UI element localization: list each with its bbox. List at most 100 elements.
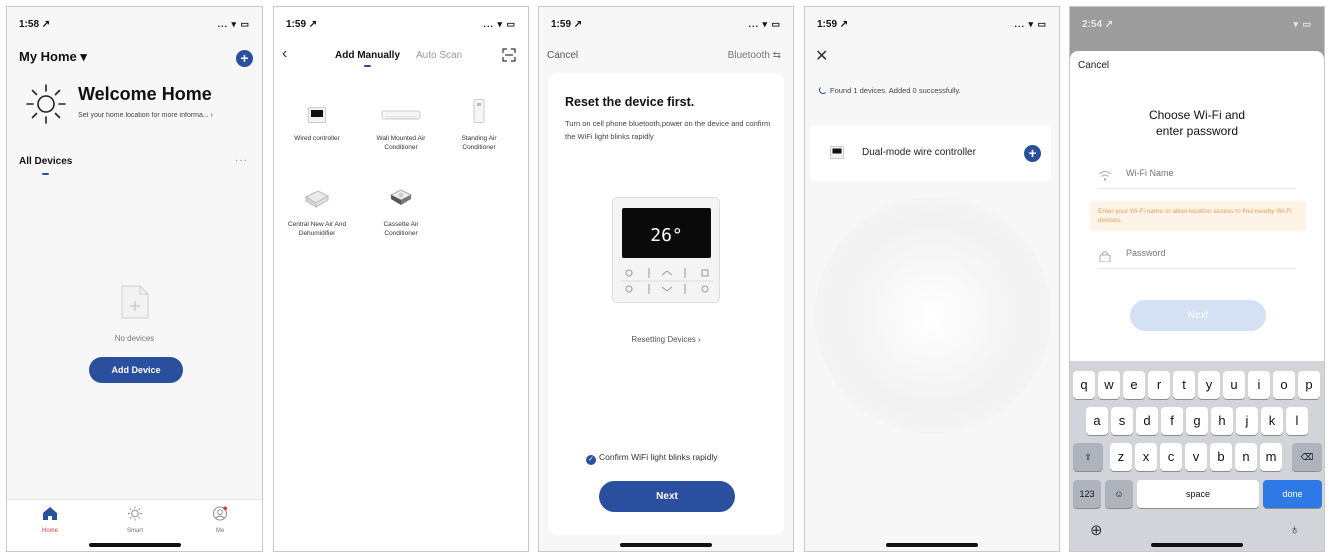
- globe-icon[interactable]: ⊕: [1090, 521, 1103, 539]
- home-indicator: [88, 543, 181, 547]
- tab-label-me: Me: [215, 528, 225, 534]
- cancel-button[interactable]: Cancel: [1078, 60, 1109, 71]
- key-u[interactable]: u: [1223, 371, 1245, 399]
- sheet-title: Choose Wi-Fi and enter password: [1070, 107, 1324, 139]
- device-wall-mounted-ac[interactable]: Wall Mounted Air Conditioner: [366, 107, 436, 152]
- done-key[interactable]: done: [1263, 480, 1322, 508]
- key-e[interactable]: e: [1123, 371, 1145, 399]
- space-key[interactable]: space: [1137, 480, 1259, 508]
- wifi-name-field[interactable]: [1098, 165, 1296, 189]
- plus-circle-icon[interactable]: +: [236, 50, 253, 67]
- found-device-row[interactable]: Dual-mode wire controller +: [810, 125, 1051, 181]
- device-label: Standing Air Conditioner: [461, 135, 497, 151]
- screen-wifi-password: 2:54 ↗ ▾ ▭ Cancel Choose Wi-Fi and enter…: [1069, 6, 1325, 552]
- key-x[interactable]: x: [1135, 443, 1157, 471]
- key-d[interactable]: d: [1136, 407, 1158, 435]
- sheet-title-line1: Choose Wi-Fi and: [1148, 108, 1246, 122]
- cancel-button[interactable]: Cancel: [547, 50, 578, 61]
- welcome-title: Welcome Home: [78, 84, 212, 104]
- key-f[interactable]: f: [1161, 407, 1183, 435]
- plus-circle-icon[interactable]: +: [1024, 145, 1041, 162]
- key-m[interactable]: m: [1260, 443, 1282, 471]
- key-v[interactable]: v: [1185, 443, 1207, 471]
- next-button[interactable]: Next: [599, 481, 735, 512]
- key-y[interactable]: y: [1198, 371, 1220, 399]
- key-p[interactable]: p: [1298, 371, 1320, 399]
- status-time: 2:54 ↗: [1082, 19, 1114, 30]
- confirm-checkbox[interactable]: ✓ Confirm WiFi light blinks rapidly: [586, 452, 718, 465]
- status-time: 1:59 ↗: [551, 19, 583, 30]
- scan-icon[interactable]: [502, 48, 516, 62]
- scan-status: Found 1 devices. Added 0 successfully.: [819, 86, 961, 95]
- more-icon[interactable]: ···: [235, 155, 248, 166]
- key-q[interactable]: q: [1073, 371, 1095, 399]
- key-k[interactable]: k: [1261, 407, 1283, 435]
- wired-controller-icon: [830, 146, 844, 159]
- screen-found-devices: 1:59 ↗ ... ▾ ▭ ✕ Found 1 devices. Added …: [804, 6, 1060, 552]
- status-icons: ... ▾ ▭: [217, 19, 250, 29]
- key-a[interactable]: a: [1086, 407, 1108, 435]
- screen-add-device: 1:59 ↗ ... ▾ ▭ ‹ Add Manually Auto Scan …: [273, 6, 529, 552]
- status-time: 1:59 ↗: [286, 19, 318, 30]
- key-n[interactable]: n: [1235, 443, 1257, 471]
- tab-me[interactable]: Me: [195, 506, 245, 534]
- close-icon[interactable]: ✕: [815, 46, 828, 66]
- status-bar: 1:59 ↗ ... ▾ ▭: [551, 19, 781, 33]
- lock-icon: [1099, 251, 1111, 262]
- chevron-left-icon[interactable]: ‹: [282, 45, 287, 63]
- key-h[interactable]: h: [1211, 407, 1233, 435]
- key-l[interactable]: l: [1286, 407, 1308, 435]
- screen-reset-device: 1:59 ↗ ... ▾ ▭ Cancel Bluetooth ⇆ Reset …: [538, 6, 794, 552]
- all-devices-tab[interactable]: All Devices: [19, 156, 72, 167]
- tab-smart[interactable]: Smart: [110, 506, 160, 534]
- device-cassette-ac[interactable]: Cassette Air Conditioner: [366, 187, 436, 238]
- sun-icon: [26, 84, 66, 124]
- status-icons: ... ▾ ▭: [483, 19, 516, 29]
- wifi-sheet: Cancel Choose Wi-Fi and enter password E…: [1070, 51, 1324, 361]
- emoji-icon[interactable]: ☺: [1105, 480, 1133, 508]
- device-label: Central New Air And Dehumidifier: [287, 221, 347, 237]
- tab-add-manually[interactable]: Add Manually: [335, 50, 400, 61]
- temperature-display: 26°: [650, 225, 683, 246]
- standing-ac-icon: [473, 99, 485, 123]
- add-device-button[interactable]: Add Device: [89, 357, 183, 383]
- device-label: Cassette Air Conditioner: [383, 221, 419, 237]
- key-s[interactable]: s: [1111, 407, 1133, 435]
- numbers-key[interactable]: 123: [1073, 480, 1101, 508]
- key-z[interactable]: z: [1110, 443, 1132, 471]
- key-t[interactable]: t: [1173, 371, 1195, 399]
- delete-icon[interactable]: ⌫: [1292, 443, 1322, 471]
- status-icons: ... ▾ ▭: [748, 19, 781, 29]
- home-selector[interactable]: My Home ▾: [19, 49, 87, 65]
- key-i[interactable]: i: [1248, 371, 1270, 399]
- device-wired-controller[interactable]: Wired controller: [282, 107, 352, 143]
- bluetooth-mode-button[interactable]: Bluetooth ⇆: [728, 50, 781, 61]
- location-warning: Enter your Wi-Fi name or allow location …: [1090, 201, 1306, 231]
- microphone-icon[interactable]: ♁: [1290, 521, 1301, 537]
- key-j[interactable]: j: [1236, 407, 1258, 435]
- resetting-devices-link[interactable]: Resetting Devices ›: [548, 335, 784, 344]
- set-location-link[interactable]: Set your home location for more informa.…: [78, 112, 248, 119]
- next-button[interactable]: Next: [1130, 300, 1266, 331]
- dehumidifier-icon: [304, 190, 330, 208]
- home-indicator: [886, 543, 978, 547]
- tab-home[interactable]: Home: [25, 506, 75, 534]
- key-o[interactable]: o: [1273, 371, 1295, 399]
- wifi-name-input[interactable]: [1126, 168, 1286, 178]
- tab-underline: [364, 65, 371, 67]
- key-g[interactable]: g: [1186, 407, 1208, 435]
- wired-controller-icon: [308, 107, 326, 123]
- key-w[interactable]: w: [1098, 371, 1120, 399]
- tab-auto-scan[interactable]: Auto Scan: [416, 50, 462, 61]
- key-b[interactable]: b: [1210, 443, 1232, 471]
- tab-label-home: Home: [41, 528, 58, 534]
- device-standing-ac[interactable]: Standing Air Conditioner: [444, 99, 514, 152]
- key-c[interactable]: c: [1160, 443, 1182, 471]
- status-time: 1:59 ↗: [817, 19, 849, 30]
- key-r[interactable]: r: [1148, 371, 1170, 399]
- password-input[interactable]: [1126, 248, 1286, 258]
- shift-icon[interactable]: ⇧: [1073, 443, 1103, 471]
- password-field[interactable]: [1098, 245, 1296, 269]
- device-central-dehumidifier[interactable]: Central New Air And Dehumidifier: [282, 187, 352, 238]
- status-bar: 2:54 ↗ ▾ ▭: [1082, 19, 1312, 33]
